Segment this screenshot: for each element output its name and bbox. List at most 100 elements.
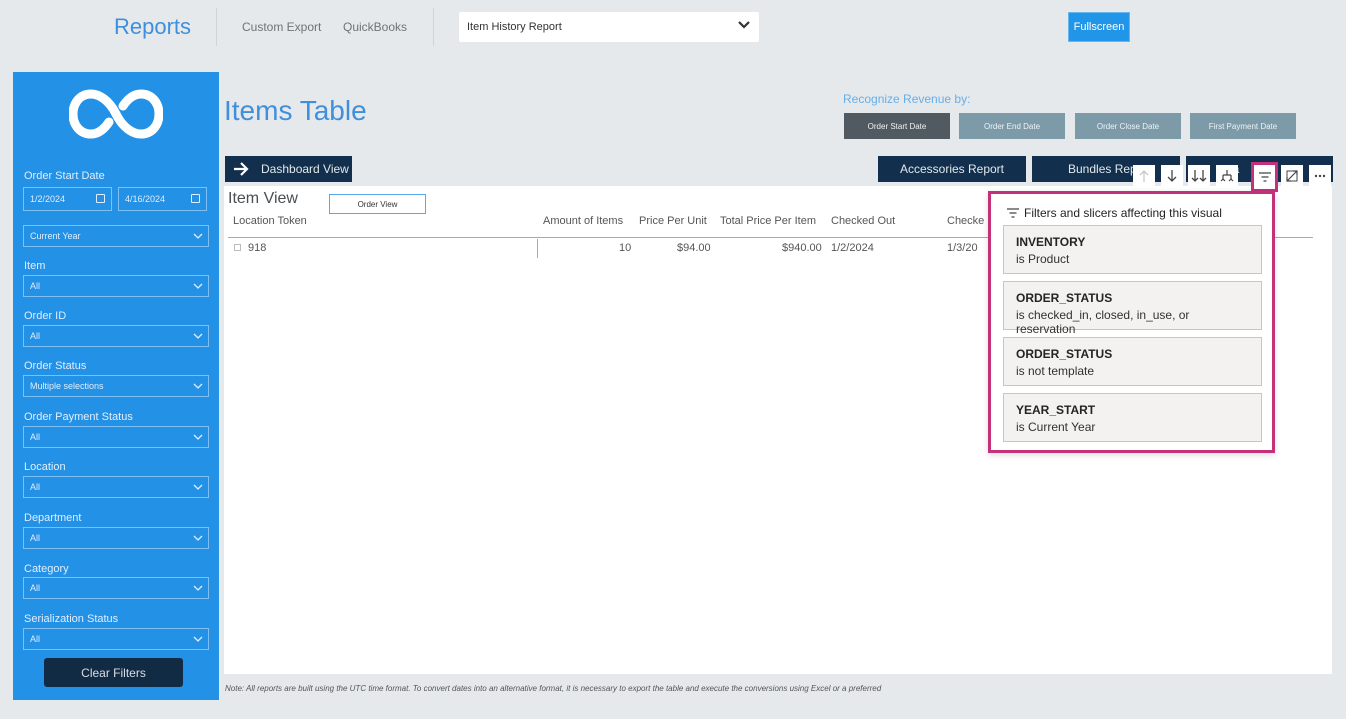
col-price-per-unit[interactable]: Price Per Unit — [639, 215, 707, 227]
custom-export-link[interactable]: Custom Export — [242, 20, 321, 34]
chevron-down-icon — [193, 333, 203, 339]
more-options-icon[interactable] — [1309, 165, 1331, 187]
bundles-report-button[interactable]: Bundles Rep — [1032, 156, 1180, 182]
cell-price: $94.00 — [677, 242, 711, 254]
filter-card-year-start: YEAR_START is Current Year — [1003, 393, 1262, 442]
order-status-filter-value: Multiple selections — [30, 381, 104, 391]
filter-name: INVENTORY — [1016, 235, 1086, 249]
order-view-button[interactable]: Order View — [329, 194, 426, 214]
utc-note: Note: All reports are built using the UT… — [225, 684, 882, 693]
filter-icon — [1007, 208, 1019, 218]
order-id-filter-label: Order ID — [24, 310, 67, 322]
filters-popup: Filters and slicers affecting this visua… — [988, 191, 1275, 453]
end-date-input[interactable]: 4/16/2024 — [118, 187, 207, 211]
start-date-input[interactable]: 1/2/2024 — [23, 187, 112, 211]
col-checked-in[interactable]: Checke — [947, 215, 984, 227]
filter-desc: is Product — [1016, 252, 1070, 266]
col-amount-of-items[interactable]: Amount of Items — [543, 215, 623, 227]
column-divider — [537, 239, 538, 258]
quickbooks-link[interactable]: QuickBooks — [343, 20, 407, 34]
filter-card-order-status: ORDER_STATUS is checked_in, closed, in_u… — [1003, 281, 1262, 336]
clear-filters-button[interactable]: Clear Filters — [44, 658, 183, 687]
chevron-down-icon — [193, 636, 203, 642]
page-title: Items Table — [224, 95, 367, 126]
filter-sidebar: Order Start Date 1/2/2024 4/16/2024 Curr… — [13, 72, 219, 700]
report-select[interactable]: Item History Report — [459, 12, 759, 42]
recognize-revenue-label: Recognize Revenue by: — [843, 92, 971, 106]
filter-name: ORDER_STATUS — [1016, 291, 1113, 305]
popup-title: Filters and slicers affecting this visua… — [1024, 206, 1222, 220]
department-filter-label: Department — [24, 512, 82, 524]
calendar-icon[interactable] — [96, 194, 105, 203]
brand-title: Reports — [114, 14, 192, 39]
department-filter-dropdown[interactable]: All — [23, 527, 209, 549]
chevron-down-icon — [193, 484, 203, 490]
serialization-filter-label: Serialization Status — [24, 613, 119, 625]
filter-desc: is checked_in, closed, in_use, or reserv… — [1016, 308, 1190, 336]
filter-card-order-status-template: ORDER_STATUS is not template — [1003, 337, 1262, 386]
order-id-filter-value: All — [30, 331, 41, 341]
filter-card-inventory: INVENTORY is Product — [1003, 225, 1262, 274]
cell-checked-out: 1/2/2024 — [831, 242, 874, 254]
cell-location: 918 — [248, 242, 267, 254]
accessories-report-button[interactable]: Accessories Report — [878, 156, 1026, 182]
chevron-down-icon — [193, 585, 203, 591]
dashboard-view-button[interactable]: Dashboard View — [225, 156, 352, 182]
report-select-value: Item History Report — [467, 21, 562, 33]
col-checked-out[interactable]: Checked Out — [831, 215, 895, 227]
filter-desc: is not template — [1016, 364, 1095, 378]
item-view-title: Item View — [228, 190, 298, 207]
arrow-right-icon — [234, 162, 249, 176]
payment-status-filter-value: All — [30, 432, 41, 442]
order-start-date-label: Order Start Date — [24, 170, 105, 182]
chevron-down-icon — [193, 434, 203, 440]
col-total-price[interactable]: Total Price Per Item — [720, 215, 816, 227]
period-value: Current Year — [30, 231, 81, 241]
expand-hierarchy-icon[interactable] — [1216, 165, 1238, 187]
fullscreen-button[interactable]: Fullscreen — [1068, 12, 1130, 42]
infinity-logo-icon — [69, 89, 163, 139]
location-filter-dropdown[interactable]: All — [23, 476, 209, 498]
chevron-down-icon — [193, 233, 203, 239]
order-end-date-button[interactable]: Order End Date — [959, 113, 1065, 139]
expand-row-icon[interactable] — [234, 244, 241, 251]
payment-status-filter-label: Order Payment Status — [24, 411, 133, 423]
cell-total: $940.00 — [782, 242, 822, 254]
chevron-down-icon — [193, 383, 203, 389]
category-filter-dropdown[interactable]: All — [23, 577, 209, 599]
filter-desc: is Current Year — [1016, 420, 1096, 434]
filter-name: YEAR_START — [1016, 403, 1096, 417]
serialization-filter-dropdown[interactable]: All — [23, 628, 209, 650]
first-payment-date-button[interactable]: First Payment Date — [1190, 113, 1296, 139]
item-filter-label: Item — [24, 260, 46, 272]
order-id-filter-dropdown[interactable]: All — [23, 325, 209, 347]
drill-up-icon[interactable] — [1133, 165, 1155, 187]
order-start-date-button[interactable]: Order Start Date — [844, 113, 950, 139]
cell-amount: 10 — [619, 242, 632, 254]
order-close-date-button[interactable]: Order Close Date — [1075, 113, 1181, 139]
filter-icon-button[interactable] — [1251, 162, 1278, 192]
department-filter-value: All — [30, 533, 41, 543]
category-filter-value: All — [30, 583, 41, 593]
chevron-down-icon — [193, 535, 203, 541]
drill-down-icon[interactable] — [1161, 165, 1183, 187]
payment-status-filter-dropdown[interactable]: All — [23, 426, 209, 448]
calendar-icon[interactable] — [191, 194, 200, 203]
start-date-value: 1/2/2024 — [30, 194, 66, 204]
item-filter-dropdown[interactable]: All — [23, 275, 209, 297]
chevron-down-icon — [738, 21, 750, 29]
next-level-icon[interactable] — [1188, 165, 1210, 187]
focus-mode-icon[interactable] — [1281, 165, 1303, 187]
serialization-filter-value: All — [30, 634, 41, 644]
col-location-token[interactable]: Location Token — [233, 215, 307, 227]
period-dropdown[interactable]: Current Year — [23, 225, 209, 247]
nav-divider — [216, 8, 217, 46]
item-filter-value: All — [30, 281, 41, 291]
cell-checked-in: 1/3/20 — [947, 242, 978, 254]
order-status-filter-dropdown[interactable]: Multiple selections — [23, 375, 209, 397]
filter-name: ORDER_STATUS — [1016, 347, 1113, 361]
popup-header: Filters and slicers affecting this visua… — [1007, 206, 1222, 220]
location-filter-label: Location — [24, 461, 66, 473]
location-filter-value: All — [30, 482, 41, 492]
chevron-down-icon — [193, 283, 203, 289]
